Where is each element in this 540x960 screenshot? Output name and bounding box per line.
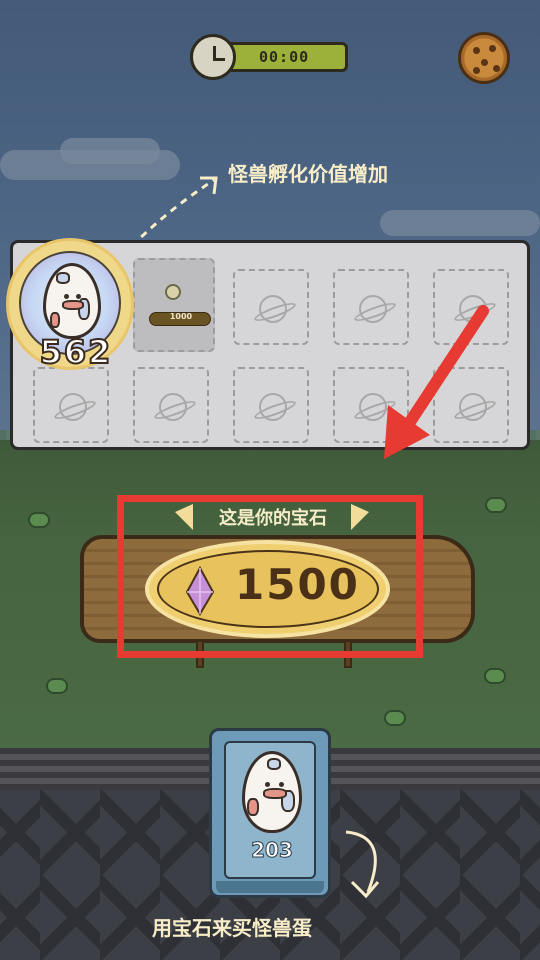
- grid-slot[interactable]: [133, 367, 209, 443]
- timer-bar: 00:00: [220, 42, 348, 72]
- red-arrow-icon: [384, 305, 489, 459]
- grid-slot[interactable]: [233, 269, 309, 345]
- hint-top: 怪兽孵化价值增加: [228, 162, 388, 186]
- egg-value-badge[interactable]: 562: [6, 238, 134, 372]
- slot-price: 1000: [169, 312, 193, 321]
- egg-price: 203: [251, 838, 294, 863]
- buy-egg-card[interactable]: 203: [209, 728, 331, 898]
- cloud: [380, 210, 540, 236]
- bush: [484, 668, 506, 684]
- egg-value: 562: [39, 332, 113, 372]
- grid-slot[interactable]: [233, 367, 309, 443]
- cookie-gear-icon[interactable]: [458, 32, 510, 84]
- cloud: [60, 138, 160, 164]
- clock-icon: [190, 34, 236, 80]
- timer: 00:00: [190, 32, 360, 82]
- bush: [46, 678, 68, 694]
- hint-bottom: 用宝石来买怪兽蛋: [152, 916, 312, 940]
- timer-text: 00:00: [259, 48, 310, 66]
- planet-icon: [59, 393, 87, 421]
- highlight-box: [117, 495, 423, 658]
- unlock-slot[interactable]: 1000: [133, 258, 215, 352]
- planet-icon: [159, 393, 187, 421]
- bush: [384, 710, 406, 726]
- planet-icon: [259, 393, 287, 421]
- grid-slot[interactable]: [33, 367, 109, 443]
- bush: [28, 512, 50, 528]
- dashed-arrow-icon: [130, 176, 218, 248]
- planet-icon: [259, 295, 287, 323]
- bush: [485, 497, 507, 513]
- monster-egg-icon: [242, 751, 302, 833]
- coin-icon: [165, 284, 181, 300]
- curved-arrow-icon: [345, 830, 380, 899]
- slot-price-bar: 1000: [149, 312, 211, 326]
- monster-egg-icon: [43, 263, 101, 339]
